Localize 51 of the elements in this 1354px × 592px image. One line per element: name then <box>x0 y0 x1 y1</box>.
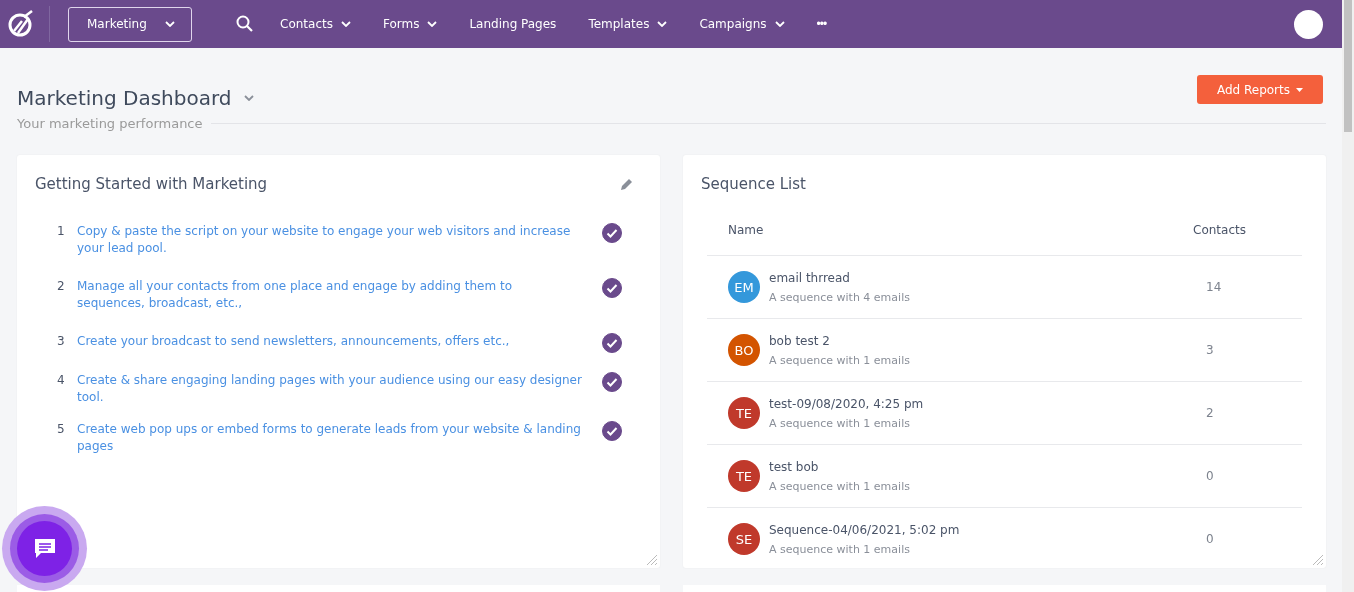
sequence-avatar: TE <box>728 397 760 429</box>
contacts-count: 0 <box>1206 469 1215 483</box>
column-header: Contacts <box>1193 223 1246 237</box>
step-number: 1 <box>57 223 66 240</box>
resize-handle[interactable] <box>1310 552 1324 566</box>
search-icon[interactable] <box>236 15 254 33</box>
nav-menu-item[interactable]: Templates <box>588 17 668 31</box>
page-subtitle: Your marketing performance <box>17 116 203 131</box>
column-header: Name <box>728 223 764 237</box>
resize-handle[interactable] <box>644 552 658 566</box>
page-title: Marketing Dashboard <box>17 86 232 110</box>
sequence-description: A sequence with 1 emails <box>769 353 911 367</box>
caret-icon <box>1296 87 1303 92</box>
sequence-avatar: TE <box>728 460 760 492</box>
sequence-name[interactable]: email thrread <box>769 270 1206 285</box>
step-number: 3 <box>57 333 66 350</box>
workspace-dropdown[interactable]: Marketing <box>68 6 192 42</box>
step-number: 4 <box>57 372 66 389</box>
more-menu[interactable]: ••• <box>816 17 827 31</box>
sequence-name[interactable]: test-09/08/2020, 4:25 pm <box>769 396 1206 411</box>
sequence-avatar: EM <box>728 271 760 303</box>
chevron-down-icon <box>165 21 175 27</box>
nav-menu-item[interactable]: Forms <box>382 17 438 31</box>
sequence-description: A sequence with 1 emails <box>769 542 911 556</box>
nav-menu-item[interactable]: Landing Pages <box>469 17 557 31</box>
scrollbar[interactable] <box>1342 0 1354 592</box>
contacts-count: 2 <box>1206 406 1215 420</box>
nav-menu-item[interactable]: Campaigns <box>699 17 785 31</box>
chevron-down-icon <box>657 21 668 27</box>
sequence-name[interactable]: bob test 2 <box>769 333 1206 348</box>
contacts-count: 3 <box>1206 343 1215 357</box>
nav-menu-item[interactable]: Contacts <box>280 17 351 31</box>
sequence-avatar: SE <box>728 523 760 555</box>
sequence-name[interactable]: Sequence-04/06/2021, 5:02 pm <box>769 522 1206 537</box>
step-number: 5 <box>57 421 66 438</box>
sequence-description: A sequence with 4 emails <box>769 290 911 304</box>
card-title: Sequence List <box>701 175 806 193</box>
step-number: 2 <box>57 278 66 295</box>
chevron-down-icon <box>340 21 351 27</box>
chevron-down-icon <box>774 21 785 27</box>
sequence-description: A sequence with 1 emails <box>769 416 911 430</box>
sequence-name[interactable]: test bob <box>769 459 1206 474</box>
sequence-description: A sequence with 1 emails <box>769 479 911 493</box>
pencil-icon[interactable] <box>620 177 634 191</box>
chevron-down-icon <box>427 21 438 27</box>
contacts-count: 14 <box>1206 280 1223 294</box>
contacts-count: 0 <box>1206 532 1215 546</box>
user-avatar[interactable] <box>1294 9 1323 39</box>
sequence-avatar: BO <box>728 334 760 366</box>
card-title: Getting Started with Marketing <box>35 175 268 193</box>
chevron-down-icon <box>243 95 254 101</box>
